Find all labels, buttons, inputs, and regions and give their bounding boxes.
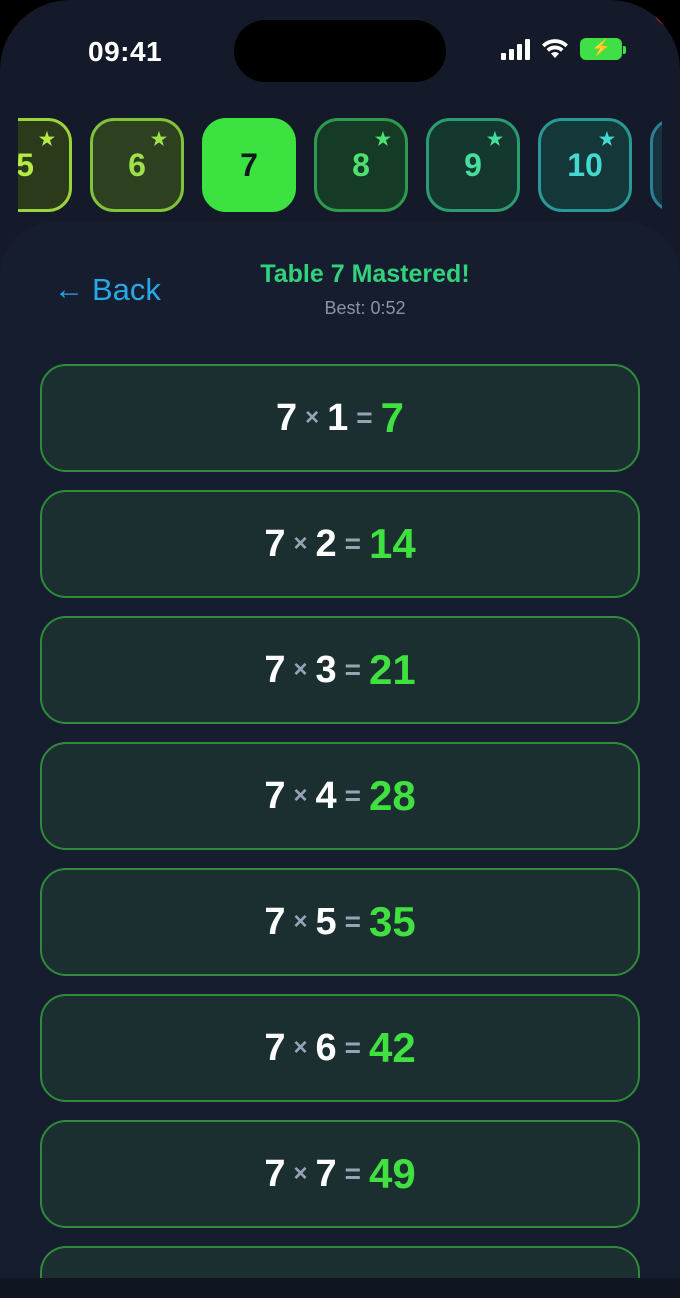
bottom-edge — [0, 1278, 680, 1298]
equals-sign: = — [344, 780, 361, 811]
equation-row[interactable]: 7 × 1 = 7 — [40, 364, 640, 472]
equation-row[interactable]: 7 × 2 = 14 — [40, 490, 640, 598]
times-sign: × — [293, 530, 308, 557]
star-icon: ★ — [150, 129, 167, 149]
equation-row[interactable]: 7 × 6 = 42 — [40, 994, 640, 1102]
status-icons: ⚡ — [501, 38, 626, 60]
status-bar: 09:41 ⚡ — [0, 0, 680, 100]
equals-sign: = — [344, 528, 361, 559]
equals-sign: = — [344, 654, 361, 685]
product: 49 — [368, 1150, 416, 1197]
best-time: Best: 0:52 — [324, 298, 406, 318]
times-sign: × — [293, 656, 308, 683]
times-sign: × — [293, 908, 308, 935]
multiplicand: 7 — [264, 1026, 286, 1069]
times-sign: × — [305, 404, 320, 431]
product: 21 — [368, 646, 416, 693]
product: 35 — [368, 898, 416, 945]
times-sign: × — [293, 1160, 308, 1187]
star-icon: ★ — [598, 129, 615, 149]
star-icon: ★ — [38, 129, 55, 149]
table-chip-label: 5 — [18, 146, 34, 183]
times-sign: × — [293, 1034, 308, 1061]
multiplier: 7 — [315, 1152, 337, 1195]
equals-sign: = — [344, 1032, 361, 1063]
multiplier: 2 — [315, 522, 337, 565]
equation-row[interactable]: 7 × 5 = 35 — [40, 868, 640, 976]
cellular-signal-icon — [501, 38, 530, 60]
table-chips: 5 ★ 6 ★ 7 8 ★ 9 ★ 10 ★ — [18, 118, 662, 212]
bolt-icon: ⚡ — [591, 40, 611, 57]
equals-sign: = — [344, 1158, 361, 1189]
multiplicand: 7 — [264, 522, 286, 565]
table-chip-next[interactable] — [650, 118, 662, 212]
equation-list: 7 × 1 = 7 7 × 2 = 14 7 × 3 = 21 7 × 4 = … — [40, 364, 640, 1298]
star-icon: ★ — [374, 129, 391, 149]
table-chip-label: 7 — [240, 146, 258, 183]
table-chip-6[interactable]: 6 ★ — [90, 118, 184, 212]
table-chip-label: 9 — [464, 146, 482, 183]
back-button[interactable]: ← Back — [54, 272, 161, 308]
equation-row[interactable]: 7 × 3 = 21 — [40, 616, 640, 724]
equation-row[interactable]: 7 × 7 = 49 — [40, 1120, 640, 1228]
multiplicand: 7 — [264, 648, 286, 691]
arrow-left-icon: ← — [54, 273, 84, 306]
multiplier: 4 — [315, 774, 337, 817]
equals-sign: = — [344, 906, 361, 937]
equals-sign: = — [356, 402, 373, 433]
table-chip-10[interactable]: 10 ★ — [538, 118, 632, 212]
multiplier: 1 — [327, 396, 349, 439]
product: 14 — [368, 520, 416, 567]
table-chip-9[interactable]: 9 ★ — [426, 118, 520, 212]
times-sign: × — [293, 782, 308, 809]
multiplicand: 7 — [275, 396, 298, 439]
product: 7 — [380, 394, 404, 441]
dynamic-island — [234, 20, 446, 82]
table-chip-label: 8 — [352, 146, 370, 183]
multiplicand: 7 — [264, 1152, 286, 1195]
table-chip-5[interactable]: 5 ★ — [18, 118, 72, 212]
status-time: 09:41 — [88, 36, 163, 67]
product: 28 — [368, 772, 416, 819]
page-title: Table 7 Mastered! — [260, 260, 470, 288]
back-label: Back — [92, 272, 161, 307]
multiplicand: 7 — [264, 900, 286, 943]
equation-row[interactable]: 7 × 4 = 28 — [40, 742, 640, 850]
multiplier: 5 — [315, 900, 337, 943]
table-chip-label: 6 — [128, 146, 146, 183]
wifi-icon — [542, 39, 568, 58]
multiplier: 3 — [315, 648, 337, 691]
table-chip-7-selected[interactable]: 7 — [202, 118, 296, 212]
product: 42 — [368, 1024, 416, 1071]
table-chip-label: 10 — [567, 146, 603, 183]
star-icon: ★ — [486, 129, 503, 149]
table-chip-8[interactable]: 8 ★ — [314, 118, 408, 212]
table-sheet: ← Back Table 7 Mastered! Best: 0:52 7 × … — [0, 222, 680, 1286]
multiplicand: 7 — [264, 774, 286, 817]
app-screen: 09:41 ⚡ 5 ★ 6 ★ 7 8 ★ 9 ★ 10 ★ ← Back Ta… — [0, 0, 680, 1298]
table-selector[interactable]: 5 ★ 6 ★ 7 8 ★ 9 ★ 10 ★ — [18, 118, 662, 218]
multiplier: 6 — [315, 1026, 337, 1069]
battery-charging-icon: ⚡ — [580, 38, 626, 60]
